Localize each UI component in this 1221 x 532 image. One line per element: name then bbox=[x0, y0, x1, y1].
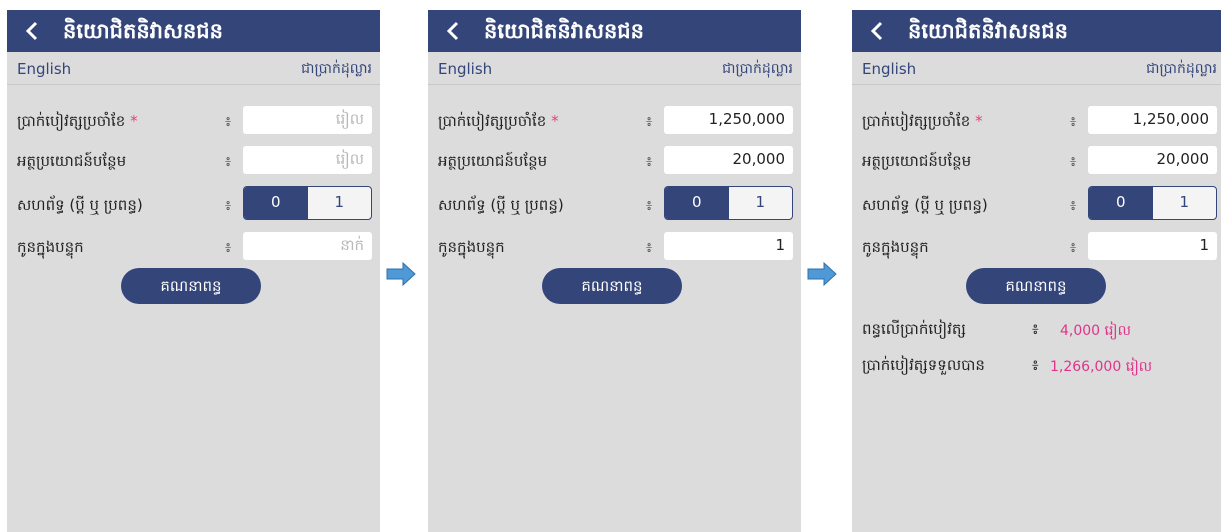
spouse-option-1[interactable]: 1 bbox=[308, 187, 372, 219]
spouse-selector: 0 1 bbox=[1088, 186, 1217, 220]
arrow-right-icon bbox=[807, 262, 837, 286]
colon: ៖ bbox=[1070, 154, 1077, 170]
tax-result-value: 4,000 រៀល bbox=[1060, 323, 1131, 339]
colon: ៖ bbox=[1032, 320, 1039, 338]
colon: ៖ bbox=[646, 240, 653, 256]
calculate-tax-button[interactable]: គណនាពន្ធ bbox=[966, 268, 1106, 304]
english-language-link[interactable]: English bbox=[438, 60, 492, 78]
colon: ៖ bbox=[225, 114, 232, 130]
children-input[interactable]: នាក់ bbox=[243, 232, 372, 260]
spouse-selector: 0 1 bbox=[664, 186, 793, 220]
english-language-link[interactable]: English bbox=[862, 60, 916, 78]
salary-input[interactable]: 1,250,000 bbox=[1088, 106, 1217, 134]
salary-label: ប្រាក់បៀវត្សប្រចាំខែ * bbox=[438, 112, 559, 130]
spouse-label: សហព័ទ្ធ (ប្ដី ឬ ប្រពន្ធ) bbox=[17, 196, 143, 214]
back-arrow-icon[interactable] bbox=[866, 19, 890, 43]
back-arrow-icon[interactable] bbox=[442, 19, 466, 43]
fringe-benefit-label: អត្ថប្រយោជន៍បន្ថែម bbox=[17, 152, 127, 170]
spouse-option-0[interactable]: 0 bbox=[665, 187, 729, 219]
children-row: កូនក្នុងបន្ទុក ៖ 1 bbox=[428, 232, 801, 262]
colon: ៖ bbox=[1070, 114, 1077, 130]
spouse-option-1[interactable]: 1 bbox=[1153, 187, 1217, 219]
spouse-selector: 0 1 bbox=[243, 186, 372, 220]
page-title: និយោជិតនិវាសនជន bbox=[908, 19, 1068, 43]
salary-row: ប្រាក់បៀវត្សប្រចាំខែ * ៖ រៀល bbox=[7, 106, 380, 136]
fringe-benefit-input[interactable]: រៀល bbox=[243, 146, 372, 174]
salary-label: ប្រាក់បៀវត្សប្រចាំខែ * bbox=[17, 112, 138, 130]
colon: ៖ bbox=[225, 154, 232, 170]
children-input[interactable]: 1 bbox=[664, 232, 793, 260]
children-label: កូនក្នុងបន្ទុក bbox=[862, 238, 929, 256]
fringe-benefit-input[interactable]: 20,000 bbox=[1088, 146, 1217, 174]
colon: ៖ bbox=[1032, 356, 1039, 374]
screen-empty: និយោជិតនិវាសនជន English ជាប្រាក់ដុល្លារ … bbox=[7, 10, 380, 532]
spouse-label: សហព័ទ្ធ (ប្ដី ឬ ប្រពន្ធ) bbox=[438, 196, 564, 214]
calculate-tax-button[interactable]: គណនាពន្ធ bbox=[121, 268, 261, 304]
english-language-link[interactable]: English bbox=[17, 60, 71, 78]
salary-row: ប្រាក់បៀវត្សប្រចាំខែ * ៖ 1,250,000 bbox=[852, 106, 1221, 136]
app-header: និយោជិតនិវាសនជន bbox=[852, 10, 1221, 52]
currency-toggle[interactable]: ជាប្រាក់ដុល្លារ bbox=[301, 59, 372, 80]
app-header: និយោជិតនិវាសនជន bbox=[428, 10, 801, 52]
spouse-row: សហព័ទ្ធ (ប្ដី ឬ ប្រពន្ធ) ៖ 0 1 bbox=[7, 186, 380, 220]
children-label: កូនក្នុងបន្ទុក bbox=[438, 238, 505, 256]
fringe-row: អត្ថប្រយោជន៍បន្ថែម ៖ 20,000 bbox=[428, 146, 801, 176]
fringe-row: អត្ថប្រយោជន៍បន្ថែម ៖ 20,000 bbox=[852, 146, 1221, 176]
currency-toggle[interactable]: ជាប្រាក់ដុល្លារ bbox=[1146, 59, 1217, 80]
colon: ៖ bbox=[1070, 240, 1077, 256]
net-salary-value: 1,266,000 រៀល bbox=[1050, 359, 1153, 375]
back-arrow-icon[interactable] bbox=[21, 19, 45, 43]
salary-row: ប្រាក់បៀវត្សប្រចាំខែ * ៖ 1,250,000 bbox=[428, 106, 801, 136]
salary-input[interactable]: 1,250,000 bbox=[664, 106, 793, 134]
children-row: កូនក្នុងបន្ទុក ៖ 1 bbox=[852, 232, 1221, 262]
colon: ៖ bbox=[646, 154, 653, 170]
spouse-option-1[interactable]: 1 bbox=[729, 187, 793, 219]
screen-result: និយោជិតនិវាសនជន English ជាប្រាក់ដុល្លារ … bbox=[852, 10, 1221, 532]
language-bar: English ជាប្រាក់ដុល្លារ bbox=[428, 52, 801, 85]
children-label: កូនក្នុងបន្ទុក bbox=[17, 238, 84, 256]
language-bar: English ជាប្រាក់ដុល្លារ bbox=[852, 52, 1221, 85]
children-input[interactable]: 1 bbox=[1088, 232, 1217, 260]
net-salary-label: ប្រាក់បៀវត្សទទួលបាន bbox=[862, 356, 985, 374]
spouse-row: សហព័ទ្ធ (ប្ដី ឬ ប្រពន្ធ) ៖ 0 1 bbox=[852, 186, 1221, 220]
screen-filled: និយោជិតនិវាសនជន English ជាប្រាក់ដុល្លារ … bbox=[428, 10, 801, 532]
tax-result-label: ពន្ធលើប្រាក់បៀវត្ស bbox=[862, 320, 966, 338]
spouse-label: សហព័ទ្ធ (ប្ដី ឬ ប្រពន្ធ) bbox=[862, 196, 988, 214]
salary-input[interactable]: រៀល bbox=[243, 106, 372, 134]
colon: ៖ bbox=[225, 198, 232, 214]
colon: ៖ bbox=[646, 114, 653, 130]
fringe-benefit-label: អត្ថប្រយោជន៍បន្ថែម bbox=[862, 152, 972, 170]
calculate-tax-button[interactable]: គណនាពន្ធ bbox=[542, 268, 682, 304]
spouse-option-0[interactable]: 0 bbox=[244, 187, 308, 219]
colon: ៖ bbox=[225, 240, 232, 256]
currency-toggle[interactable]: ជាប្រាក់ដុល្លារ bbox=[722, 59, 793, 80]
page-title: និយោជិតនិវាសនជន bbox=[484, 19, 644, 43]
spouse-row: សហព័ទ្ធ (ប្ដី ឬ ប្រពន្ធ) ៖ 0 1 bbox=[428, 186, 801, 220]
app-header: និយោជិតនិវាសនជន bbox=[7, 10, 380, 52]
colon: ៖ bbox=[646, 198, 653, 214]
fringe-benefit-label: អត្ថប្រយោជន៍បន្ថែម bbox=[438, 152, 548, 170]
arrow-right-icon bbox=[386, 262, 416, 286]
fringe-benefit-input[interactable]: 20,000 bbox=[664, 146, 793, 174]
salary-label: ប្រាក់បៀវត្សប្រចាំខែ * bbox=[862, 112, 983, 130]
colon: ៖ bbox=[1070, 198, 1077, 214]
language-bar: English ជាប្រាក់ដុល្លារ bbox=[7, 52, 380, 85]
spouse-option-0[interactable]: 0 bbox=[1089, 187, 1153, 219]
page-title: និយោជិតនិវាសនជន bbox=[63, 19, 223, 43]
children-row: កូនក្នុងបន្ទុក ៖ នាក់ bbox=[7, 232, 380, 262]
fringe-row: អត្ថប្រយោជន៍បន្ថែម ៖ រៀល bbox=[7, 146, 380, 176]
